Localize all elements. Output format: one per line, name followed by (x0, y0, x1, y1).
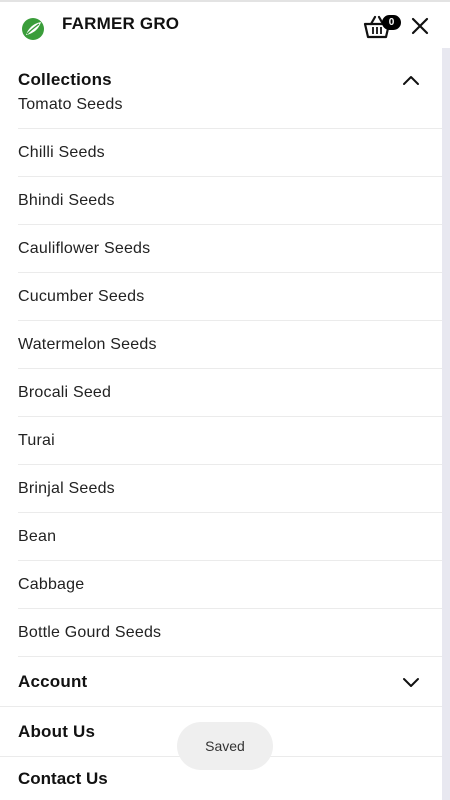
account-label: Account (18, 671, 88, 691)
collections-label: Collections (18, 70, 112, 89)
collection-item-brocali-seed[interactable]: Brocali Seed (18, 369, 442, 417)
leaf-logo-icon[interactable] (20, 16, 46, 42)
cart-count-badge: 0 (382, 15, 401, 30)
collections-list: Tomato Seeds Chilli Seeds Bhindi Seeds C… (0, 82, 442, 657)
saved-toast: Saved (177, 722, 273, 770)
collection-item-turai[interactable]: Turai (18, 417, 442, 465)
about-us-label: About Us (18, 721, 96, 741)
scrollbar[interactable] (442, 48, 450, 800)
collection-item-watermelon-seeds[interactable]: Watermelon Seeds (18, 321, 442, 369)
brand-name[interactable]: FARMER GRO (62, 14, 179, 34)
collection-item-cauliflower-seeds[interactable]: Cauliflower Seeds (18, 225, 442, 273)
collection-item-brinjal-seeds[interactable]: Brinjal Seeds (18, 465, 442, 513)
collection-item-chilli-seeds[interactable]: Chilli Seeds (18, 129, 442, 177)
collection-item-bhindi-seeds[interactable]: Bhindi Seeds (18, 177, 442, 225)
drawer-menu: Collections Tomato Seeds Chilli Seeds Bh… (0, 58, 442, 787)
collection-item-cabbage[interactable]: Cabbage (18, 561, 442, 609)
chevron-up-icon (403, 76, 419, 85)
chevron-down-icon (403, 677, 419, 687)
collection-item-cucumber-seeds[interactable]: Cucumber Seeds (18, 273, 442, 321)
collection-item-bottle-gourd-seeds[interactable]: Bottle Gourd Seeds (18, 609, 442, 657)
app-header: FARMER GRO 0 (0, 2, 450, 48)
close-icon[interactable] (410, 16, 430, 36)
account-toggle[interactable]: Account (0, 657, 442, 707)
collection-item-bean[interactable]: Bean (18, 513, 442, 561)
